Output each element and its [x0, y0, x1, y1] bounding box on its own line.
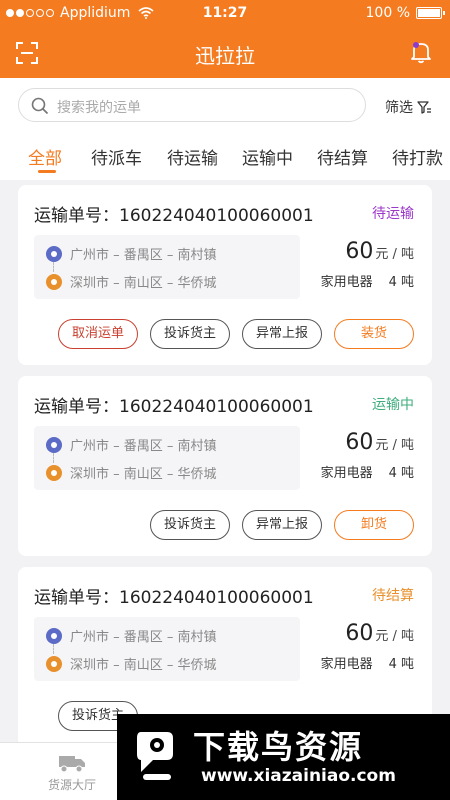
filter-label: 筛选 — [385, 100, 413, 116]
goods-type: 家用电器 — [320, 657, 373, 672]
destination-address: 深圳市 – 南山区 – 华侨城 — [70, 658, 217, 673]
order-status: 运输中 — [372, 397, 414, 413]
load-goods-button[interactable]: 装货 — [334, 319, 414, 349]
origin-address: 广州市 – 番禺区 – 南村镇 — [70, 630, 217, 645]
report-exception-button[interactable]: 异常上报 — [242, 319, 322, 349]
tab-cargo-hall[interactable]: 货源大厅 — [40, 753, 104, 793]
price: 60 元 / 吨 — [345, 430, 414, 455]
order-number: 运输单号：160224040100060001 — [34, 206, 314, 226]
order-status: 待结算 — [372, 588, 414, 604]
goods-info: 家用电器 4 吨 — [321, 271, 414, 290]
destination-pin-icon — [46, 273, 62, 290]
bird-logo-icon — [137, 732, 173, 780]
app-header: Applidium 11:27 100 % 迅拉拉 — [0, 0, 450, 78]
tab-cargo-hall-label: 货源大厅 — [47, 778, 96, 792]
price-value: 60 — [345, 621, 374, 646]
route-destination: 深圳市 – 南山区 – 华侨城 — [46, 463, 217, 482]
price-unit: 元 / 吨 — [375, 247, 414, 262]
search-placeholder: 搜索我的运单 — [57, 100, 141, 116]
battery-icon — [416, 7, 445, 19]
order-card[interactable]: 运输单号：160224040100060001 运输中 广州市 – 番禺区 – … — [18, 376, 432, 556]
goods-info: 家用电器 4 吨 — [321, 462, 414, 481]
goods-info: 家用电器 4 吨 — [321, 653, 414, 672]
goods-quantity: 4 吨 — [388, 275, 414, 290]
tab-pending-transport[interactable]: 待运输 — [167, 144, 218, 169]
destination-pin-icon — [46, 464, 62, 481]
price-unit: 元 / 吨 — [375, 438, 414, 453]
status-bar: Applidium 11:27 100 % — [0, 0, 450, 26]
route-connector — [53, 644, 55, 654]
tab-pending-payment[interactable]: 待打款 — [392, 144, 443, 169]
watermark-url: www.xiazainiao.com — [201, 766, 396, 786]
filter-button[interactable]: 筛选 — [385, 97, 432, 117]
origin-pin-icon — [46, 436, 62, 453]
truck-icon — [59, 756, 85, 773]
goods-quantity: 4 吨 — [388, 657, 414, 672]
filter-icon — [417, 100, 431, 114]
price: 60 元 / 吨 — [345, 239, 414, 264]
route-box: 广州市 – 番禺区 – 南村镇 深圳市 – 南山区 – 华侨城 — [34, 426, 300, 490]
origin-address: 广州市 – 番禺区 – 南村镇 — [70, 248, 217, 263]
status-tabs: 全部 待派车 待运输 运输中 待结算 待打款 — [0, 132, 450, 180]
destination-pin-icon — [46, 655, 62, 672]
goods-type: 家用电器 — [320, 466, 373, 481]
price: 60 元 / 吨 — [345, 621, 414, 646]
route-origin: 广州市 – 番禺区 – 南村镇 — [46, 435, 217, 454]
route-destination: 深圳市 – 南山区 – 华侨城 — [46, 272, 217, 291]
active-tab-indicator — [38, 170, 56, 173]
search-icon — [31, 97, 49, 115]
page-title: 迅拉拉 — [195, 44, 255, 68]
status-right: 100 % — [365, 5, 445, 21]
bell-icon[interactable] — [410, 40, 432, 64]
route-destination: 深圳市 – 南山区 – 华侨城 — [46, 654, 217, 673]
price-value: 60 — [345, 239, 374, 264]
price-unit: 元 / 吨 — [375, 629, 414, 644]
order-status: 待运输 — [372, 206, 414, 222]
origin-pin-icon — [46, 245, 62, 262]
report-exception-button[interactable]: 异常上报 — [242, 510, 322, 540]
route-origin: 广州市 – 番禺区 – 南村镇 — [46, 626, 217, 645]
complain-shipper-button[interactable]: 投诉货主 — [150, 510, 230, 540]
tab-in-transit[interactable]: 运输中 — [242, 144, 293, 169]
route-connector — [53, 262, 55, 272]
order-number: 运输单号：160224040100060001 — [34, 397, 314, 417]
unload-goods-button[interactable]: 卸货 — [334, 510, 414, 540]
search-input[interactable]: 搜索我的运单 — [18, 88, 366, 122]
tab-all[interactable]: 全部 — [28, 144, 62, 169]
route-origin: 广州市 – 番禺区 – 南村镇 — [46, 244, 217, 263]
tab-pending-dispatch[interactable]: 待派车 — [91, 144, 142, 169]
goods-type: 家用电器 — [320, 275, 373, 290]
order-number: 运输单号：160224040100060001 — [34, 588, 314, 608]
order-card[interactable]: 运输单号：160224040100060001 待运输 广州市 – 番禺区 – … — [18, 185, 432, 365]
tab-pending-settle[interactable]: 待结算 — [317, 144, 368, 169]
nav-bar: 迅拉拉 — [0, 26, 450, 78]
cancel-order-button[interactable]: 取消运单 — [58, 319, 138, 349]
search-row: 搜索我的运单 筛选 — [0, 78, 450, 132]
origin-address: 广州市 – 番禺区 – 南村镇 — [70, 439, 217, 454]
watermark-text: 下载鸟资源 — [193, 728, 364, 766]
route-box: 广州市 – 番禺区 – 南村镇 深圳市 – 南山区 – 华侨城 — [34, 235, 300, 299]
complain-shipper-button[interactable]: 投诉货主 — [150, 319, 230, 349]
origin-pin-icon — [46, 627, 62, 644]
battery-percent: 100 % — [365, 5, 410, 21]
goods-quantity: 4 吨 — [388, 466, 414, 481]
watermark-banner: 下载鸟资源 www.xiazainiao.com — [117, 714, 450, 800]
route-connector — [53, 453, 55, 463]
price-value: 60 — [345, 430, 374, 455]
destination-address: 深圳市 – 南山区 – 华侨城 — [70, 276, 217, 291]
destination-address: 深圳市 – 南山区 – 华侨城 — [70, 467, 217, 482]
route-box: 广州市 – 番禺区 – 南村镇 深圳市 – 南山区 – 华侨城 — [34, 617, 300, 681]
